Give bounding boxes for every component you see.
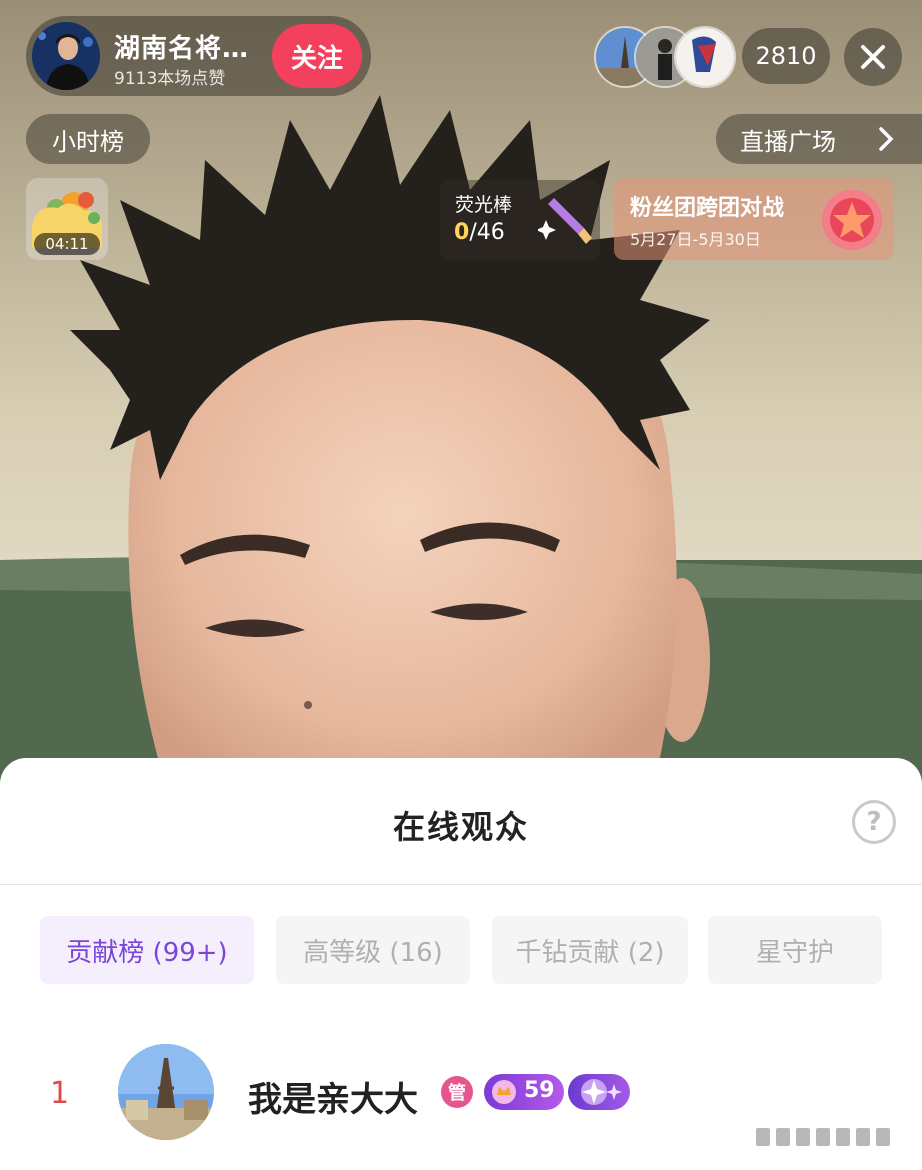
glowstick-widget[interactable]: 荧光棒 0/46 [440, 180, 600, 260]
chevron-right-icon [879, 127, 894, 151]
divider [0, 884, 922, 885]
help-glyph: ? [866, 807, 882, 837]
live-square-button[interactable]: 直播广场 [716, 114, 922, 164]
viewer-avatar[interactable] [674, 26, 736, 88]
host-avatar[interactable] [32, 22, 100, 90]
star-badge [568, 1074, 630, 1110]
admin-badge: 管 [441, 1076, 473, 1108]
online-audience-sheet: 在线观众 ? 贡献榜 (99+) 高等级 (16) 千钻贡献 (2) 星守护 1… [0, 758, 922, 1170]
live-room: 湖南名将… 9113本场点赞 关注 2810 小时榜 直播广场 04:11 荧光… [0, 0, 922, 1170]
follow-button[interactable]: 关注 [272, 24, 362, 88]
viewer-name: 我是亲大大 [248, 1080, 418, 1120]
fan-battle-dates: 5月27日-5月30日 [630, 230, 761, 249]
tab-contribution[interactable]: 贡献榜 (99+) [40, 916, 254, 984]
glowstick-title: 荧光棒 [455, 194, 513, 216]
treasure-timer[interactable]: 04:11 [26, 178, 108, 260]
timer-countdown: 04:11 [34, 233, 100, 255]
tab-diamond-contribution[interactable]: 千钻贡献 (2) [492, 916, 688, 984]
glowstick-progress: 0/46 [454, 220, 505, 245]
live-square-label: 直播广场 [740, 127, 836, 156]
host-info-pill[interactable]: 湖南名将… 9113本场点赞 关注 [26, 16, 371, 96]
top-viewer-avatars[interactable] [594, 26, 736, 88]
sparkle-icon [581, 1079, 622, 1105]
avatar[interactable] [118, 1044, 214, 1140]
close-icon[interactable] [844, 28, 902, 86]
glowstick-current: 0 [454, 220, 470, 245]
viewer-count[interactable]: 2810 [742, 28, 830, 84]
star-medal-icon [822, 190, 882, 250]
fan-battle-banner[interactable]: 粉丝团跨团对战 5月27日-5月30日 [614, 178, 894, 260]
fan-battle-title: 粉丝团跨团对战 [630, 196, 785, 221]
host-like-count: 9113本场点赞 [114, 69, 226, 89]
tab-high-level[interactable]: 高等级 (16) [276, 916, 470, 984]
hour-rank-button[interactable]: 小时榜 [26, 114, 150, 164]
glowstick-icon [538, 198, 592, 244]
sheet-title: 在线观众 [392, 808, 529, 846]
rank-number: 1 [50, 1076, 70, 1111]
watermark [756, 1128, 890, 1146]
glowstick-total: /46 [469, 220, 505, 245]
question-icon[interactable]: ? [852, 800, 896, 844]
level-badge: 59 [484, 1074, 564, 1110]
host-name: 湖南名将… [114, 34, 250, 64]
level-number: 59 [524, 1078, 555, 1103]
crown-icon [492, 1080, 516, 1104]
tab-star-guardian[interactable]: 星守护 [708, 916, 882, 984]
